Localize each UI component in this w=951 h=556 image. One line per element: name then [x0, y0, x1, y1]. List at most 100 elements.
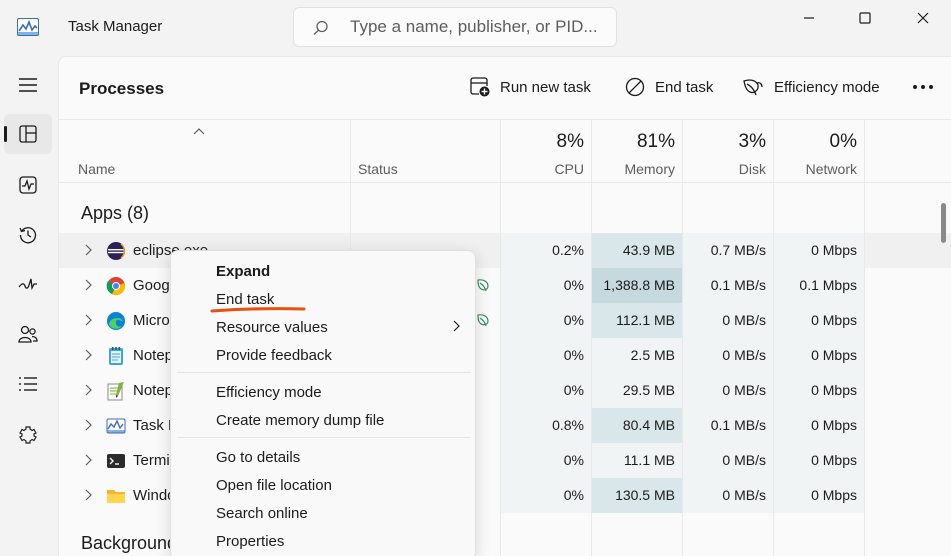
details-icon — [19, 377, 37, 391]
group-header-apps: Apps (8) — [81, 203, 150, 223]
edge-icon — [106, 311, 126, 331]
more-icon — [913, 85, 933, 89]
menu-provide-feedback[interactable]: Provide feedback — [216, 347, 332, 364]
disk-cell: 0.7 MB/s — [683, 233, 774, 268]
chevron-right-icon[interactable] — [83, 419, 93, 431]
disk-cell: 0.1 MB/s — [683, 408, 774, 443]
memory-percent: 81% — [636, 131, 675, 152]
run-new-task-label: Run new task — [500, 78, 591, 96]
window-title: Task Manager — [68, 18, 163, 35]
run-new-task-button[interactable]: Run new task — [470, 75, 591, 99]
task-manager-app-icon — [17, 18, 39, 36]
cpu-cell: 0% — [501, 443, 592, 478]
search-icon — [313, 20, 328, 35]
processes-icon — [19, 125, 37, 143]
process-name: Notep — [133, 382, 174, 399]
efficiency-mode-label: Efficiency mode — [774, 78, 880, 96]
menu-expand[interactable]: Expand — [216, 263, 270, 280]
search-box[interactable] — [293, 7, 617, 47]
menu-search-online[interactable]: Search online — [216, 505, 308, 522]
efficiency-mode-button[interactable]: Efficiency mode — [742, 75, 880, 99]
network-label: Network — [805, 161, 857, 177]
nav-app-history[interactable] — [4, 215, 52, 255]
memory-cell: 43.9 MB — [592, 233, 683, 268]
nav-performance[interactable] — [4, 165, 52, 205]
chrome-icon — [106, 276, 126, 296]
minimize-button[interactable] — [781, 0, 837, 36]
page-title: Processes — [79, 79, 165, 98]
chevron-right-icon[interactable] — [83, 384, 93, 396]
notepad-icon — [106, 346, 126, 366]
menu-resource-values[interactable]: Resource values — [216, 319, 328, 336]
search-input[interactable] — [350, 14, 608, 40]
menu-create-memory-dump[interactable]: Create memory dump file — [216, 412, 384, 429]
column-cpu[interactable]: 8% CPU — [501, 120, 592, 184]
cpu-cell: 0% — [501, 478, 592, 513]
disk-label: Disk — [738, 161, 766, 177]
column-separator — [773, 119, 774, 556]
end-task-button[interactable]: End task — [625, 75, 713, 99]
vertical-scrollbar[interactable] — [939, 183, 947, 556]
disk-cell: 0 MB/s — [683, 303, 774, 338]
column-disk[interactable]: 3% Disk — [683, 120, 774, 184]
nav-details[interactable] — [4, 364, 52, 404]
column-separator — [864, 119, 865, 556]
network-cell: 0 Mbps — [774, 373, 865, 408]
chevron-right-icon[interactable] — [83, 454, 93, 466]
network-cell: 0.1 Mbps — [774, 268, 865, 303]
leaf-icon — [743, 79, 763, 96]
nav-users[interactable] — [4, 314, 52, 354]
cpu-cell: 0% — [501, 268, 592, 303]
column-network[interactable]: 0% Network — [774, 120, 865, 184]
chevron-right-icon[interactable] — [83, 314, 93, 326]
memory-cell: 80.4 MB — [592, 408, 683, 443]
nav-services[interactable] — [4, 415, 52, 455]
sort-ascending-icon[interactable] — [193, 127, 205, 135]
scrollbar-thumb[interactable] — [941, 203, 946, 243]
nav-menu-button[interactable] — [4, 65, 52, 105]
folder-icon — [106, 486, 126, 506]
cpu-label: CPU — [554, 161, 584, 177]
cpu-cell: 0% — [501, 303, 592, 338]
minimize-icon — [804, 17, 814, 19]
context-menu: Expand End task Resource values Provide … — [170, 250, 476, 556]
annotation-underline — [210, 307, 306, 313]
column-status[interactable]: Status — [358, 161, 398, 177]
startup-apps-icon — [18, 278, 37, 291]
notepadpp-icon — [106, 381, 126, 401]
chevron-right-icon[interactable] — [83, 244, 93, 256]
end-task-icon — [625, 77, 645, 97]
menu-go-to-details[interactable]: Go to details — [216, 449, 300, 466]
disk-cell: 0 MB/s — [683, 338, 774, 373]
memory-label: Memory — [624, 161, 675, 177]
more-options-button[interactable] — [911, 75, 935, 99]
disk-cell: 0 MB/s — [683, 478, 774, 513]
chevron-right-icon[interactable] — [83, 279, 93, 291]
memory-cell: 112.1 MB — [592, 303, 683, 338]
menu-efficiency-mode[interactable]: Efficiency mode — [216, 384, 322, 401]
users-icon — [18, 325, 38, 343]
nav-processes[interactable] — [4, 114, 52, 154]
task-manager-icon — [106, 416, 126, 436]
column-name[interactable]: Name — [78, 161, 115, 177]
menu-open-file-location[interactable]: Open file location — [216, 477, 332, 494]
column-separator — [682, 119, 683, 556]
chevron-right-icon[interactable] — [83, 489, 93, 501]
nav-startup-apps[interactable] — [4, 265, 52, 305]
memory-cell: 29.5 MB — [592, 373, 683, 408]
close-button[interactable] — [895, 0, 951, 36]
performance-icon — [19, 176, 37, 194]
menu-separator — [177, 372, 471, 373]
memory-cell: 11.1 MB — [592, 443, 683, 478]
cpu-cell: 0.2% — [501, 233, 592, 268]
process-name: Notep — [133, 347, 174, 364]
menu-properties[interactable]: Properties — [216, 533, 284, 550]
column-memory[interactable]: 81% Memory — [592, 120, 683, 184]
end-task-label: End task — [655, 78, 714, 96]
chevron-right-icon[interactable] — [83, 349, 93, 361]
column-separator — [500, 119, 501, 556]
maximize-button[interactable] — [837, 0, 893, 36]
cpu-cell: 0% — [501, 338, 592, 373]
menu-icon — [19, 78, 37, 92]
disk-cell: 0 MB/s — [683, 373, 774, 408]
